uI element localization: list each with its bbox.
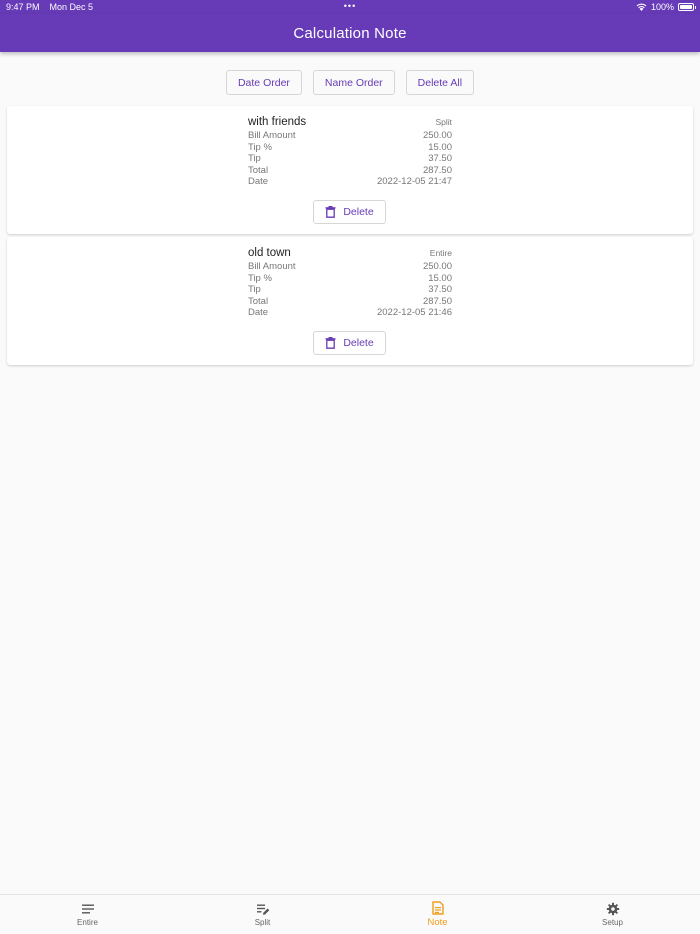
bill-row: Bill Amount 250.00 <box>248 261 452 273</box>
note-icon <box>431 901 444 915</box>
status-date: Mon Dec 5 <box>49 2 94 12</box>
delete-label: Delete <box>343 206 374 218</box>
edit-list-icon <box>256 904 269 915</box>
date-row: Date 2022-12-05 21:46 <box>248 307 452 319</box>
bill-value: 250.00 <box>422 130 452 141</box>
notes-list: with friends Split Bill Amount 250.00 Tip… <box>7 106 693 368</box>
tip-label: Tip <box>248 153 261 165</box>
bill-label: Bill Amount <box>248 130 296 141</box>
trash-icon <box>325 206 336 218</box>
page-title: Calculation Note <box>293 24 407 42</box>
total-value: 287.50 <box>422 164 452 176</box>
nav-item-note[interactable]: Note <box>350 895 525 934</box>
lines-icon <box>81 904 94 914</box>
tip-label: Tip <box>248 284 261 296</box>
date-value: 2022-12-05 21:46 <box>376 307 452 319</box>
date-order-button[interactable]: Date Order <box>225 70 302 95</box>
note-card: old town Entire Bill Amount 250.00 Tip % 1… <box>7 237 693 365</box>
tip-percent-value: 15.00 <box>428 272 452 284</box>
date-label: Date <box>248 307 269 319</box>
bill-label: Bill Amount <box>248 261 296 272</box>
tip-row: Tip 37.50 <box>248 153 452 165</box>
tip-percent-label: Tip % <box>248 141 272 153</box>
wifi-icon <box>636 3 647 11</box>
date-value: 2022-12-05 21:47 <box>376 176 452 188</box>
bottom-nav: Entire Split Note Setup <box>0 894 700 934</box>
app-bar: Calculation Note <box>0 14 700 52</box>
note-type: Split <box>435 117 452 127</box>
delete-label: Delete <box>343 337 374 349</box>
total-value: 287.50 <box>422 295 452 307</box>
date-row: Date 2022-12-05 21:47 <box>248 176 452 188</box>
nav-label: Entire <box>77 918 98 927</box>
name-order-button[interactable]: Name Order <box>312 70 395 95</box>
tip-percent-row: Tip % 15.00 <box>248 142 452 154</box>
date-label: Date <box>248 176 269 188</box>
tip-percent-label: Tip % <box>248 272 272 284</box>
status-bar: 9:47 PM Mon Dec 5 ••• 100% <box>0 0 700 14</box>
tip-percent-value: 15.00 <box>428 141 452 153</box>
tip-value: 37.50 <box>428 284 452 296</box>
delete-button[interactable]: Delete <box>313 331 386 355</box>
bill-value: 250.00 <box>422 261 452 272</box>
trash-icon <box>325 337 336 349</box>
note-type: Entire <box>429 248 452 258</box>
bill-row: Bill Amount 250.00 <box>248 130 452 142</box>
total-row: Total 287.50 <box>248 296 452 308</box>
nav-label: Note <box>427 917 448 928</box>
note-name: with friends <box>248 116 307 128</box>
nav-label: Setup <box>602 918 623 927</box>
total-row: Total 287.50 <box>248 165 452 177</box>
status-time: 9:47 PM <box>6 2 40 12</box>
nav-item-entire[interactable]: Entire <box>0 895 175 934</box>
delete-all-button[interactable]: Delete All <box>405 70 475 95</box>
nav-item-setup[interactable]: Setup <box>525 895 700 934</box>
total-label: Total <box>248 295 269 307</box>
delete-button[interactable]: Delete <box>313 200 386 224</box>
tip-percent-row: Tip % 15.00 <box>248 273 452 285</box>
nav-item-split[interactable]: Split <box>175 895 350 934</box>
battery-icon <box>678 3 696 11</box>
nav-label: Split <box>254 918 271 927</box>
multitasking-dots[interactable]: ••• <box>344 2 356 11</box>
sort-toolbar: Date Order Name Order Delete All <box>0 70 700 95</box>
tip-value: 37.50 <box>428 153 452 165</box>
gear-icon <box>606 902 619 916</box>
note-name: old town <box>248 247 291 259</box>
battery-percent: 100% <box>650 2 674 12</box>
note-card: with friends Split Bill Amount 250.00 Tip… <box>7 106 693 234</box>
total-label: Total <box>248 164 269 176</box>
tip-row: Tip 37.50 <box>248 284 452 296</box>
